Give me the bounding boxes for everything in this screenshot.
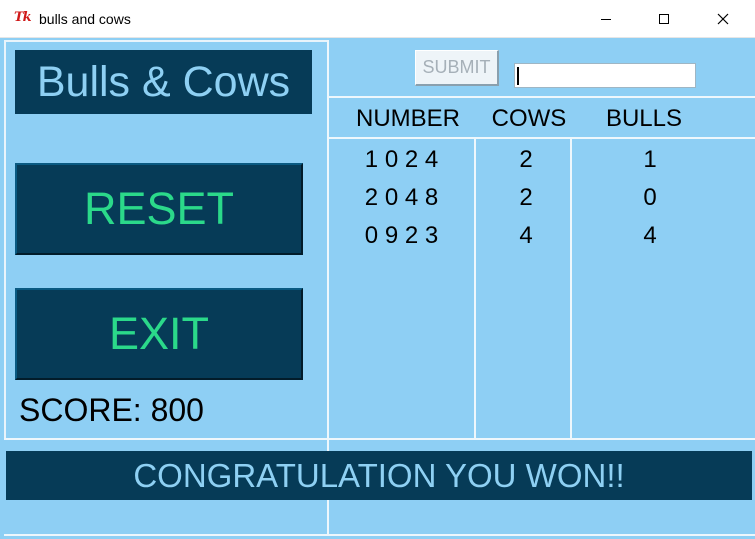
reset-button[interactable]: RESET (15, 163, 303, 255)
minimize-icon (601, 19, 611, 20)
maximize-icon (659, 14, 669, 24)
score-value: 800 (150, 392, 204, 428)
close-icon (717, 13, 729, 25)
close-button[interactable] (694, 0, 752, 38)
score-display: SCORE: 800 (19, 392, 204, 429)
submit-button[interactable]: SUBMIT (415, 50, 499, 86)
header-divider-bottom (327, 137, 755, 139)
header-bulls: BULLS (605, 105, 683, 132)
table-cell-number: 0 9 2 3 (364, 222, 439, 249)
game-window: Bulls & Cows RESET EXIT SCORE: 800 SUBMI… (0, 38, 755, 539)
tk-feather-icon: Tk (14, 10, 32, 25)
table-cell-cows: 4 (519, 222, 533, 249)
table-cell-bulls: 4 (643, 222, 657, 249)
table-cell-number: 2 0 4 8 (364, 184, 439, 211)
exit-button[interactable]: EXIT (15, 288, 303, 380)
table-cell-cows: 2 (519, 146, 533, 173)
table-cell-bulls: 1 (643, 146, 657, 173)
header-cows: COWS (491, 105, 567, 132)
game-title: Bulls & Cows (15, 50, 312, 114)
footer-divider (4, 438, 755, 440)
maximize-button[interactable] (635, 0, 693, 38)
header-divider-top (327, 96, 755, 98)
table-cell-cows: 2 (519, 184, 533, 211)
score-label: SCORE: (19, 392, 142, 428)
window-titlebar: Tk bulls and cows (0, 0, 755, 38)
header-number: NUMBER (355, 105, 460, 132)
footer-bottom-line (4, 534, 755, 536)
minimize-button[interactable] (577, 0, 635, 38)
guess-input[interactable] (514, 63, 696, 88)
table-cell-number: 1 0 2 4 (364, 146, 439, 173)
status-banner: CONGRATULATION YOU WON!! (6, 451, 752, 500)
window-title: bulls and cows (39, 11, 131, 27)
table-cell-bulls: 0 (643, 184, 657, 211)
text-cursor (517, 67, 519, 85)
